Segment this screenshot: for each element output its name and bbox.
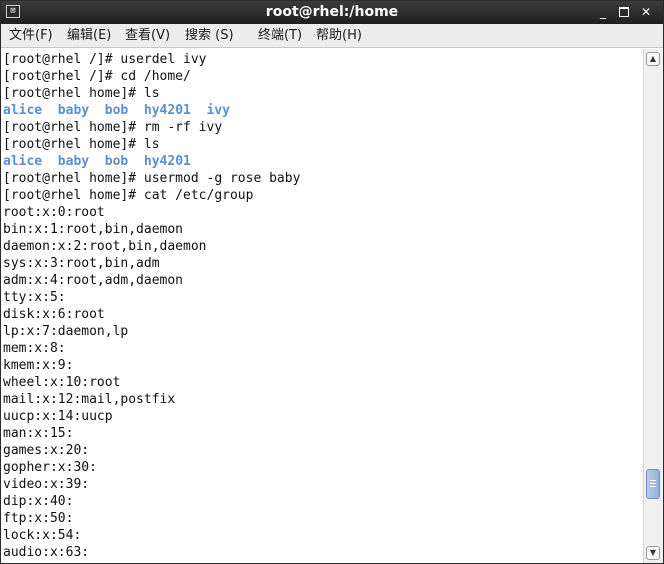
- close-icon: ✕: [640, 5, 652, 19]
- terminal-line: [root@rhel home]# rm -rf ivy: [3, 120, 223, 135]
- menu-edit[interactable]: 编辑(E): [67, 24, 111, 48]
- terminal-line: wheel:x:10:root: [3, 375, 121, 390]
- maximize-icon: [619, 6, 629, 17]
- terminal-line: [root@rhel home]# ls: [3, 86, 160, 101]
- ls-entry: hy4201: [143, 103, 191, 118]
- terminal-line: [root@rhel /]# cd /home/: [3, 69, 191, 84]
- minimize-button[interactable]: _: [595, 4, 611, 20]
- ls-entry: bob: [104, 103, 129, 118]
- ls-output-line: alice baby bob hy4201: [3, 153, 191, 170]
- terminal-line: uucp:x:14:uucp: [3, 409, 113, 424]
- menu-file[interactable]: 文件(F): [9, 24, 53, 48]
- terminal-line: dip:x:40:: [3, 494, 74, 509]
- terminal-line: sys:x:3:root,bin,adm: [3, 256, 160, 271]
- ls-entry: baby: [57, 154, 90, 169]
- menu-view[interactable]: 查看(V): [125, 24, 170, 48]
- arrow-down-icon: ▼: [649, 548, 657, 557]
- terminal-output[interactable]: [root@rhel /]# userdel ivy [root@rhel /]…: [1, 49, 643, 563]
- terminal-line: mail:x:12:mail,postfix: [3, 392, 176, 407]
- ls-entry: alice: [3, 154, 43, 169]
- ls-output-line: alice baby bob hy4201 ivy: [3, 102, 230, 119]
- scroll-down-button[interactable]: ▼: [646, 546, 660, 560]
- terminal-window: ⊠ root@rhel:/home _ ✕ 文件(F) 编辑(E) 查看(V) …: [0, 0, 664, 564]
- terminal-line: [root@rhel home]# usermod -g rose baby: [3, 171, 301, 186]
- vertical-scrollbar[interactable]: ▲ ▼: [643, 49, 663, 563]
- terminal-line: [root@rhel /]# userdel ivy: [3, 52, 207, 67]
- minimize-icon: _: [600, 5, 606, 19]
- arrow-up-icon: ▲: [649, 54, 657, 63]
- terminal-line: tty:x:5:: [3, 290, 66, 305]
- terminal-line: root:x:0:root: [3, 205, 105, 220]
- terminal-line: lock:x:54:: [3, 528, 82, 543]
- terminal-line: man:x:15:: [3, 426, 74, 441]
- menu-help[interactable]: 帮助(H): [316, 24, 362, 48]
- title-bar[interactable]: ⊠ root@rhel:/home _ ✕: [1, 1, 663, 24]
- window-title: root@rhel:/home: [265, 4, 399, 20]
- terminal-line: gopher:x:30:: [3, 460, 97, 475]
- terminal-line: adm:x:4:root,adm,daemon: [3, 273, 184, 288]
- ls-entry: ivy: [206, 103, 231, 118]
- ls-entry: hy4201: [143, 154, 191, 169]
- terminal-line: lp:x:7:daemon,lp: [3, 324, 129, 339]
- ls-entry: alice: [3, 103, 43, 118]
- menu-search[interactable]: 搜索 (S): [185, 24, 234, 48]
- terminal-line: video:x:39:: [3, 477, 90, 492]
- terminal-line: daemon:x:2:root,bin,daemon: [3, 239, 207, 254]
- terminal-line: kmem:x:9:: [3, 358, 74, 373]
- terminal-line: bin:x:1:root,bin,daemon: [3, 222, 184, 237]
- terminal-line: audio:x:63:: [3, 545, 90, 560]
- terminal-line: [root@rhel home]# ls: [3, 137, 160, 152]
- terminal-line: mem:x:8:: [3, 341, 66, 356]
- menu-bar: 文件(F) 编辑(E) 查看(V) 搜索 (S) 终端(T) 帮助(H): [1, 24, 663, 48]
- terminal-line: games:x:20:: [3, 443, 90, 458]
- terminal-line: disk:x:6:root: [3, 307, 105, 322]
- scroll-up-button[interactable]: ▲: [646, 52, 660, 66]
- maximize-button[interactable]: [616, 4, 632, 20]
- menu-terminal[interactable]: 终端(T): [258, 24, 302, 48]
- terminal-line: [root@rhel home]# cat /etc/group: [3, 188, 254, 203]
- ls-entry: baby: [57, 103, 90, 118]
- scrollbar-thumb[interactable]: [646, 469, 660, 499]
- terminal-line: ftp:x:50:: [3, 511, 74, 526]
- ls-entry: bob: [104, 154, 129, 169]
- close-button[interactable]: ✕: [638, 4, 654, 20]
